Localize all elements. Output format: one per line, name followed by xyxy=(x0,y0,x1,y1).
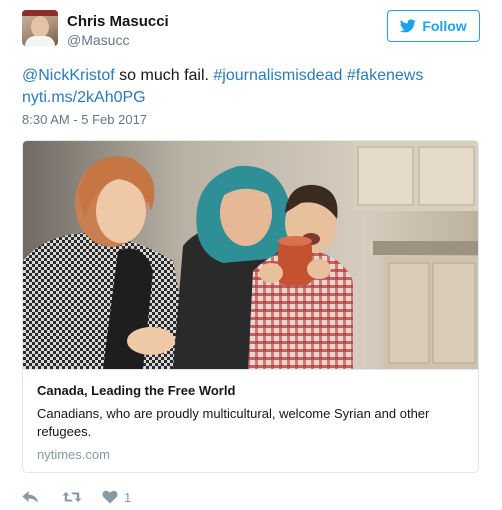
hashtag-link-journalismisdead[interactable]: #journalismisdead xyxy=(213,67,342,84)
avatar-shirt xyxy=(25,36,55,46)
follow-button[interactable]: Follow xyxy=(387,10,480,42)
tweet-text-middle: so much fail. xyxy=(114,67,214,84)
like-button[interactable]: 1 xyxy=(102,490,131,505)
tweet-text: @NickKristof so much fail. #journalismis… xyxy=(22,65,482,109)
tweet-actions: 1 xyxy=(22,487,131,507)
link-card[interactable]: Canada, Leading the Free World Canadians… xyxy=(22,140,479,473)
retweet-icon xyxy=(62,492,82,502)
embedded-tweet: Chris Masucci @Masucc Follow @NickKristo… xyxy=(0,0,502,510)
user-name[interactable]: Chris Masucci xyxy=(67,13,169,30)
card-photo-illustration xyxy=(23,141,478,369)
follow-button-label: Follow xyxy=(422,18,467,34)
hashtag-link-fakenews[interactable]: #fakenews xyxy=(347,67,424,84)
card-title[interactable]: Canada, Leading the Free World xyxy=(37,383,235,398)
tweet-timestamp[interactable]: 8:30 AM - 5 Feb 2017 xyxy=(22,112,147,127)
reply-icon xyxy=(22,491,38,503)
card-description: Canadians, who are proudly multicultural… xyxy=(37,406,430,439)
card-photo xyxy=(23,141,478,369)
reply-button[interactable] xyxy=(22,490,62,504)
card-domain: nytimes.com xyxy=(37,447,110,462)
user-handle[interactable]: @Masucc xyxy=(67,32,129,48)
user-avatar[interactable] xyxy=(22,10,58,46)
article-short-link[interactable]: nyti.ms/2kAh0PG xyxy=(22,89,146,106)
heart-icon xyxy=(102,490,118,504)
card-body: Canada, Leading the Free World Canadians… xyxy=(23,369,478,472)
like-count: 1 xyxy=(124,489,132,505)
mention-link[interactable]: @NickKristof xyxy=(22,67,115,84)
avatar-face xyxy=(31,16,49,38)
retweet-button[interactable] xyxy=(62,490,102,504)
twitter-bird-icon xyxy=(400,19,417,33)
